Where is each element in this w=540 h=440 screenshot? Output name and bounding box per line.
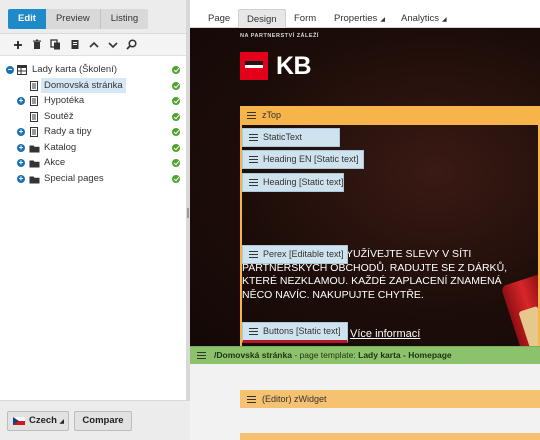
tab-form-label: Form <box>294 13 317 24</box>
drag-handle-icon[interactable] <box>249 134 258 141</box>
mode-listing-button[interactable]: Listing <box>99 9 149 29</box>
language-selector[interactable]: Czech ◢ <box>7 411 69 431</box>
content-tree-panel: Edit Preview Listing − Lady karta (Škole… <box>0 0 190 440</box>
move-down-icon[interactable] <box>103 36 122 54</box>
add-icon[interactable] <box>8 36 27 54</box>
ztop-zone-header[interactable]: zTop <box>240 106 540 125</box>
view-tabs: Page Design Form Properties ◢ Analytics ◢ <box>190 0 540 28</box>
mode-edit-button[interactable]: Edit <box>8 9 46 29</box>
expand-icon[interactable]: + <box>17 97 25 105</box>
drag-handle-icon[interactable] <box>249 251 258 258</box>
tree-toolbar <box>0 34 190 56</box>
published-check-icon <box>172 128 180 136</box>
expand-icon[interactable]: + <box>17 143 25 152</box>
tree-item[interactable]: Domovská stránka <box>0 77 190 93</box>
bottom-bar: Czech ◢ Compare <box>0 400 190 440</box>
tree-item-label: Domovská stránka <box>41 77 126 93</box>
webpart-buttons[interactable]: Buttons [Static text] <box>242 322 348 343</box>
language-label: Czech <box>29 415 57 426</box>
design-canvas: NA PARTNERSTVÍ ZÁLEŽÍ KB RÁ VÁM TO VRÁTÍ… <box>190 28 540 440</box>
czech-flag-icon <box>13 417 25 425</box>
move-icon[interactable] <box>65 36 84 54</box>
tree-root-label: Lady karta (Školení) <box>32 64 118 75</box>
tree-item[interactable]: Soutěž <box>0 109 190 125</box>
folder-icon <box>29 174 40 190</box>
tab-design-label: Design <box>247 14 277 25</box>
promo-line: NA PARTNERSTVÍ ZÁLEŽÍ <box>240 33 319 39</box>
drag-handle-icon[interactable] <box>249 179 258 186</box>
tree-item[interactable]: + Akce <box>0 155 190 171</box>
tree-root[interactable]: − Lady karta (Školení) <box>0 62 190 78</box>
drag-handle-icon[interactable] <box>247 112 256 119</box>
zone-title: (Editor) zWidget <box>262 394 327 404</box>
mode-bar: Edit Preview Listing <box>0 0 190 34</box>
webpart-label: Perex [Editable text] <box>263 249 344 259</box>
tab-form[interactable]: Form <box>286 9 324 28</box>
collapse-icon[interactable]: − <box>6 66 14 74</box>
expand-icon[interactable]: + <box>17 128 25 136</box>
published-check-icon <box>172 159 180 167</box>
tab-analytics-label: Analytics <box>401 13 440 24</box>
dropdown-caret-icon: ◢ <box>442 17 447 23</box>
published-check-icon <box>172 143 180 152</box>
tab-analytics[interactable]: Analytics ◢ <box>393 9 455 28</box>
drag-handle-icon[interactable] <box>197 352 206 359</box>
published-check-icon <box>172 97 180 105</box>
published-check-icon <box>172 174 180 183</box>
template-name: Lady karta - Homepage <box>358 350 452 360</box>
move-up-icon[interactable] <box>84 36 103 54</box>
webpart-label: Buttons [Static text] <box>263 326 341 336</box>
expand-icon[interactable]: + <box>17 174 25 183</box>
tree-item-label: Special pages <box>44 172 104 184</box>
tab-page[interactable]: Page <box>200 9 238 28</box>
tree-item-label: Hypotéka <box>44 95 85 106</box>
content-tree: − Lady karta (Školení) Domovská stránka +… <box>0 62 190 186</box>
tab-properties[interactable]: Properties ◢ <box>326 9 393 28</box>
webpart-heading-en[interactable]: Heading EN [Static text] <box>242 150 364 169</box>
zwidget-zone-header[interactable]: (Editor) zWidget <box>240 390 540 408</box>
mode-preview-button[interactable]: Preview <box>45 9 100 29</box>
webpart-label: StaticText <box>263 132 303 142</box>
webpart-static-text[interactable]: StaticText <box>242 128 340 147</box>
tab-design[interactable]: Design <box>238 9 286 28</box>
tree-item-label: Rady a tipy <box>44 126 92 137</box>
page-template-bar[interactable]: /Domovská stránka - page template: Lady … <box>190 346 540 364</box>
kb-logo-icon <box>240 52 268 80</box>
tab-properties-label: Properties <box>334 13 378 24</box>
next-zone-header[interactable] <box>240 433 540 440</box>
tree-item[interactable]: + Hypotéka <box>0 93 190 109</box>
expand-icon[interactable]: + <box>17 159 25 167</box>
drag-handle-icon[interactable] <box>247 396 256 403</box>
tree-item[interactable]: + Special pages <box>0 171 190 187</box>
page-template-info: /Domovská stránka - page template: Lady … <box>214 350 452 360</box>
tree-item[interactable]: + Rady a tipy <box>0 124 190 140</box>
tab-page-label: Page <box>208 13 231 24</box>
kb-logo-text: KB <box>276 52 312 80</box>
webpart-label: Heading [Static text] <box>263 177 344 187</box>
drag-handle-icon[interactable] <box>249 328 258 335</box>
published-check-icon <box>172 112 180 121</box>
tree-item[interactable]: + Katalog <box>0 140 190 156</box>
mode-switcher: Edit Preview Listing <box>8 9 149 29</box>
dropdown-caret-icon: ◢ <box>380 17 385 23</box>
compare-button[interactable]: Compare <box>74 411 132 431</box>
delete-icon[interactable] <box>27 36 46 54</box>
zone-title: zTop <box>262 110 282 120</box>
published-check-icon <box>172 66 180 74</box>
dropdown-caret-icon: ◢ <box>59 419 64 425</box>
copy-icon[interactable] <box>46 36 65 54</box>
tree-item-label: Akce <box>44 157 66 168</box>
webpart-heading[interactable]: Heading [Static text] <box>242 173 344 192</box>
published-check-icon <box>172 81 180 90</box>
search-icon[interactable] <box>122 36 141 54</box>
tree-item-label: Katalog <box>44 141 77 153</box>
webpart-label: Heading EN [Static text] <box>263 154 359 164</box>
drag-handle-icon[interactable] <box>249 156 258 163</box>
splitter-grip-icon[interactable] <box>187 208 189 218</box>
tree-item-label: Soutěž <box>44 110 74 122</box>
webpart-perex[interactable]: Perex [Editable text] <box>242 245 348 264</box>
template-label: page template: <box>299 350 356 360</box>
page-path: /Domovská stránka <box>214 350 292 360</box>
